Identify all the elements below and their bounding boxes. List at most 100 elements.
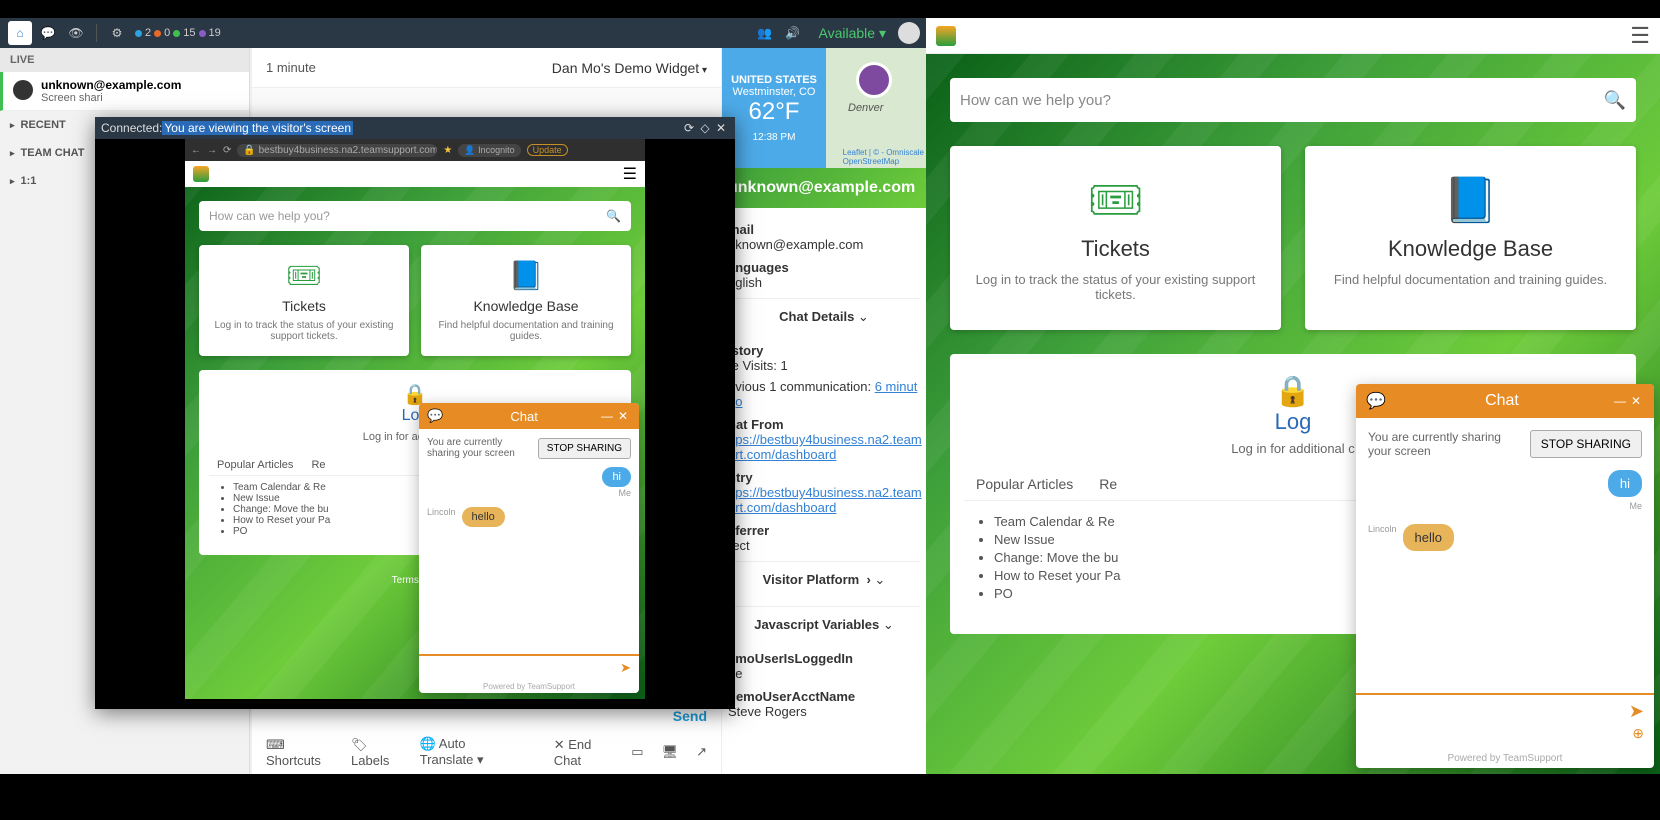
minimize-icon[interactable]: — <box>599 409 615 423</box>
hamburger-icon[interactable]: ☰ <box>1630 23 1650 49</box>
chatfrom-label: hat From <box>728 417 920 432</box>
search-input[interactable]: How can we help you?🔍 <box>950 78 1636 122</box>
chat-icon[interactable]: 💬 <box>36 21 60 45</box>
tickets-card[interactable]: 🎟 Tickets Log in to track the status of … <box>950 146 1281 330</box>
tab-recent[interactable]: Re <box>311 459 325 471</box>
visitor-portal: How can we help you?🔍 🎟 Tickets Log in t… <box>926 54 1660 774</box>
widget-dropdown[interactable]: Dan Mo's Demo Widget <box>552 60 707 76</box>
sharing-notice: You are currently sharing your screen <box>1368 430 1522 458</box>
end-chat-button[interactable]: ✕ End Chat <box>554 737 614 768</box>
remote-browser: ← → ⟳ 🔒 bestbuy4business.na2.teamsupport… <box>185 139 645 699</box>
jsvar1-value: ue <box>728 666 920 681</box>
url-bar[interactable]: 🔒 bestbuy4business.na2.teamsupport.com/d… <box>237 144 437 157</box>
send-button[interactable]: Send <box>673 708 707 724</box>
chat-bubble-icon: 💬 <box>1366 391 1386 411</box>
forward-icon[interactable]: → <box>207 145 217 156</box>
kb-card[interactable]: 📘 Knowledge Base Find helpful documentat… <box>1305 146 1636 330</box>
map-pin-icon <box>856 62 892 98</box>
incognito-badge: 👤 Incognito <box>458 144 520 157</box>
visitor-status: Screen shari <box>41 92 239 104</box>
tab-popular[interactable]: Popular Articles <box>976 476 1073 492</box>
labels-button[interactable]: 🏷 Labels <box>351 737 402 768</box>
jsvar2-value: Steve Rogers <box>728 704 920 719</box>
powered-by: Powered by TeamSupport <box>419 680 639 693</box>
remote-screen-viewer: Connected: You are viewing the visitor's… <box>95 117 735 709</box>
star-icon[interactable]: ★ <box>443 145 452 156</box>
visitor-platform-section[interactable]: Visitor Platform › <box>728 561 920 598</box>
browser-toolbar: ← → ⟳ 🔒 bestbuy4business.na2.teamsupport… <box>185 139 645 161</box>
tab-recent[interactable]: Re <box>1099 476 1117 492</box>
tab-popular[interactable]: Popular Articles <box>217 459 293 471</box>
back-icon[interactable]: ← <box>191 145 201 156</box>
search-icon[interactable]: 🔍 <box>1604 90 1626 111</box>
search-input[interactable]: How can we help you?🔍 <box>199 201 631 231</box>
js-variables-section[interactable]: Javascript Variables <box>728 606 920 643</box>
weather-country: UNITED STATES <box>730 74 818 86</box>
send-icon[interactable]: ➤ <box>1629 701 1644 721</box>
stop-sharing-button[interactable]: STOP SHARING <box>538 438 631 459</box>
weather-city: Westminster, CO <box>730 86 818 98</box>
update-button[interactable]: Update <box>527 144 568 156</box>
reload-icon[interactable]: ⟳ <box>223 145 231 156</box>
visitor-topbar: ☰ <box>926 18 1660 54</box>
sidebar-live-item[interactable]: unknown@example.com Screen shari <box>0 72 249 111</box>
volume-icon[interactable]: 🔊 <box>781 21 805 45</box>
tickets-card[interactable]: 🎟 Tickets Log in to track the status of … <box>199 245 409 356</box>
footer-icon[interactable]: ▭ <box>631 744 643 760</box>
topbar: ⌂ 💬 👁 ⚙ 2 0 15 19 👥 🔊 Available ▾ <box>0 18 926 48</box>
shortcuts-button[interactable]: ⌨ Shortcuts <box>266 737 333 768</box>
gear-icon[interactable]: ⚙ <box>105 21 129 45</box>
hamburger-icon[interactable]: ☰ <box>623 164 637 184</box>
languages-value: nglish <box>728 275 920 290</box>
avatar <box>13 80 33 100</box>
chatfrom-link[interactable]: ttps://bestbuy4business.na2.team <box>728 432 922 447</box>
weather-temp: 62°F <box>730 98 818 126</box>
close-icon[interactable]: ✕ <box>615 409 631 423</box>
footer-icon[interactable]: 🖥 <box>662 744 679 760</box>
message-agent: Lincoln hello <box>1368 524 1642 551</box>
people-icon[interactable]: 👥 <box>753 21 777 45</box>
footer-icon[interactable]: ↗ <box>696 744 707 760</box>
referrer-label: eferrer <box>728 523 920 538</box>
chat-title: Chat <box>449 409 599 424</box>
more-icon[interactable]: ⊕ <box>1632 725 1644 741</box>
expand-icon[interactable]: ◇ <box>697 121 713 135</box>
prev-link[interactable]: 6 minut <box>875 379 918 394</box>
chat-widget-large: 💬 Chat — ✕ You are currently sharing you… <box>1356 384 1654 768</box>
minimize-icon[interactable]: — <box>1612 394 1628 408</box>
email-value: nknown@example.com <box>728 237 920 252</box>
main-header: 1 minute Dan Mo's Demo Widget <box>252 48 721 88</box>
close-icon[interactable]: ✕ <box>1628 394 1644 408</box>
map[interactable]: Denver Leaflet | © - OmniscaleOpenStreet… <box>826 48 926 168</box>
weather-time: 12:38 PM <box>730 132 818 143</box>
autotranslate-button[interactable]: 🌐 Auto Translate ▾ <box>420 736 518 768</box>
logo-icon <box>193 166 209 182</box>
stop-sharing-button[interactable]: STOP SHARING <box>1530 430 1642 458</box>
refresh-icon[interactable]: ⟳ <box>681 121 697 135</box>
ticket-icon: 🎟 <box>207 259 401 292</box>
book-icon: 📘 <box>1317 174 1624 226</box>
message-agent: Lincoln hello <box>427 507 631 527</box>
eye-icon[interactable]: 👁 <box>64 21 88 45</box>
chat-details-section[interactable]: Chat Details <box>728 298 920 335</box>
visitor-browser: ☰ How can we help you?🔍 🎟 Tickets Log in… <box>926 18 1660 774</box>
close-icon[interactable]: ✕ <box>713 121 729 135</box>
message-user: hiMe <box>602 467 631 499</box>
email-label: mail <box>728 222 920 237</box>
map-attrib: Leaflet | © - OmniscaleOpenStreetMap <box>843 148 924 166</box>
ticket-icon: 🎟 <box>962 174 1269 226</box>
send-icon[interactable]: ➤ <box>620 660 631 675</box>
avatar[interactable] <box>898 22 920 44</box>
jsvar2-label: demoUserAcctName <box>728 689 920 704</box>
chat-title: Chat <box>1392 392 1612 410</box>
visits-value: te Visits: 1 <box>728 358 920 373</box>
availability-dropdown[interactable]: Available ▾ <box>819 25 886 42</box>
kb-card[interactable]: 📘 Knowledge Base Find helpful documentat… <box>421 245 631 356</box>
sharing-notice: You are currently sharing your screen <box>427 437 530 459</box>
home-icon[interactable]: ⌂ <box>8 21 32 45</box>
remote-titlebar[interactable]: Connected: You are viewing the visitor's… <box>95 117 735 139</box>
visitor-name: unknown@example.com <box>41 78 239 92</box>
entry-link[interactable]: ttps://bestbuy4business.na2.team <box>728 485 922 500</box>
search-icon[interactable]: 🔍 <box>606 209 621 223</box>
chat-bubble-icon: 💬 <box>427 408 443 424</box>
